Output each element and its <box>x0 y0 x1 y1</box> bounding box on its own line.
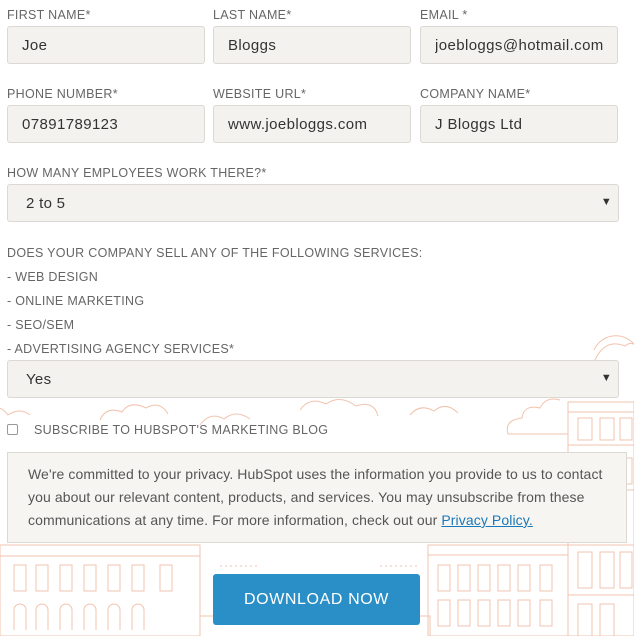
first-name-field[interactable] <box>7 26 205 64</box>
caret-down-icon: ▼ <box>600 196 612 208</box>
download-now-button[interactable]: DOWNLOAD NOW <box>213 574 420 625</box>
email-label: EMAIL * <box>420 8 468 22</box>
phone-field[interactable] <box>7 105 205 143</box>
company-label: COMPANY NAME* <box>420 87 531 101</box>
service-item: - SEO/SEM <box>7 318 75 332</box>
service-item: - ADVERTISING AGENCY SERVICES* <box>7 342 235 356</box>
subscribe-checkbox[interactable] <box>7 424 18 435</box>
phone-label: PHONE NUMBER* <box>7 87 118 101</box>
website-field[interactable] <box>213 105 411 143</box>
last-name-field[interactable] <box>213 26 411 64</box>
company-field[interactable] <box>420 105 618 143</box>
service-item: - ONLINE MARKETING <box>7 294 145 308</box>
services-question: DOES YOUR COMPANY SELL ANY OF THE FOLLOW… <box>7 246 423 260</box>
services-selected-value: Yes <box>26 371 52 388</box>
service-item: - WEB DESIGN <box>7 270 99 284</box>
employees-label: HOW MANY EMPLOYEES WORK THERE?* <box>7 166 267 180</box>
caret-down-icon: ▼ <box>600 372 612 384</box>
website-label: WEBSITE URL* <box>213 87 307 101</box>
employees-select[interactable]: 2 to 5 ▼ <box>7 184 619 222</box>
last-name-label: LAST NAME* <box>213 8 292 22</box>
email-field[interactable] <box>420 26 618 64</box>
privacy-notice: We're committed to your privacy. HubSpot… <box>7 452 627 543</box>
services-select[interactable]: Yes ▼ <box>7 360 619 398</box>
lead-form: FIRST NAME* LAST NAME* EMAIL * PHONE NUM… <box>0 0 634 636</box>
employees-selected-value: 2 to 5 <box>26 195 66 212</box>
subscribe-label: SUBSCRIBE TO HUBSPOT'S MARKETING BLOG <box>34 423 329 437</box>
first-name-label: FIRST NAME* <box>7 8 91 22</box>
privacy-policy-link[interactable]: Privacy Policy. <box>441 512 532 528</box>
